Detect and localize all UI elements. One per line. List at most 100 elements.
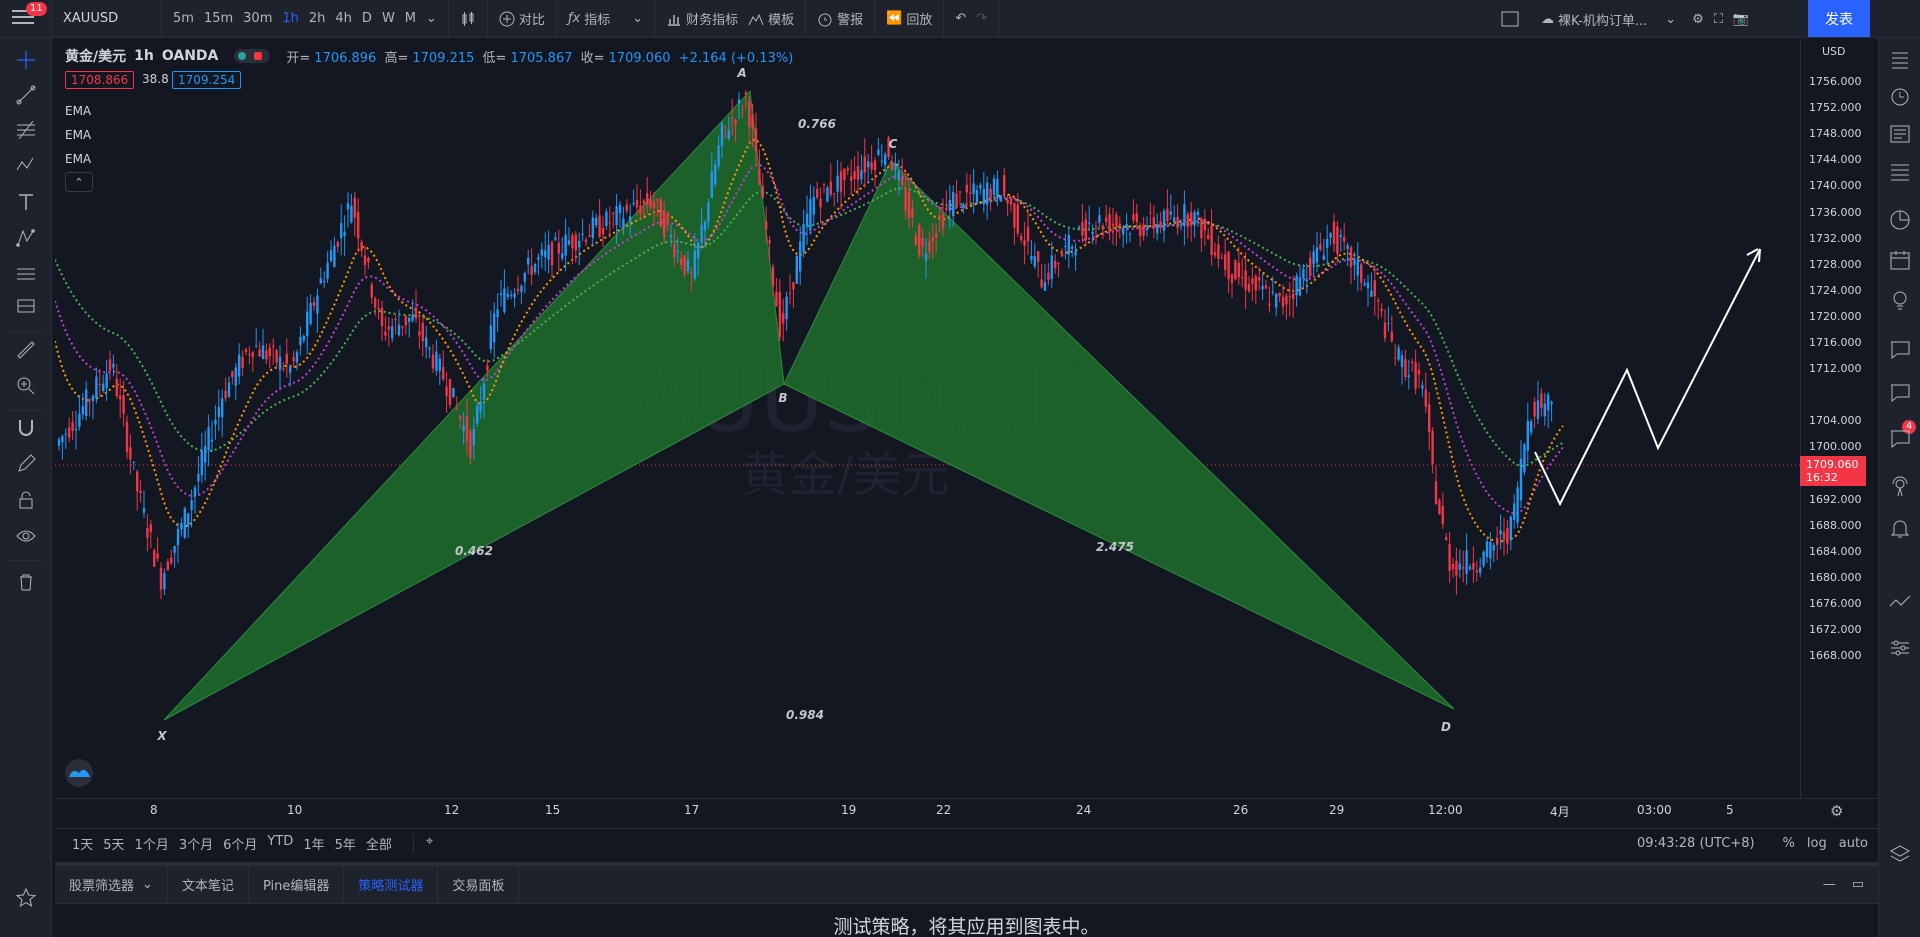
log-toggle[interactable]: log — [1807, 836, 1827, 851]
flag-icon[interactable] — [14, 296, 38, 320]
range-ytd[interactable]: YTD — [262, 834, 298, 853]
pattern-triangle[interactable] — [163, 89, 785, 721]
chat-icon[interactable] — [1888, 338, 1912, 362]
symbol-search[interactable]: XAUUSD — [52, 0, 162, 38]
chart-type-button[interactable] — [449, 0, 488, 38]
bid-price-button[interactable]: 1708.866 — [65, 71, 135, 89]
fib-retracement-icon[interactable] — [14, 118, 38, 142]
broadcast-icon[interactable] — [1888, 474, 1912, 498]
clock-display[interactable]: 09:43:28 (UTC+8) — [1637, 836, 1755, 851]
trash-icon[interactable] — [14, 570, 38, 594]
auto-toggle[interactable]: auto — [1839, 836, 1868, 851]
symbol-label[interactable]: XAUUSD — [58, 11, 123, 26]
range-1d[interactable]: 1天 — [67, 834, 98, 853]
tab-text-notes[interactable]: 文本笔记 — [168, 866, 249, 903]
candles-icon[interactable] — [455, 11, 481, 27]
crosshair-icon[interactable] — [14, 48, 38, 72]
range-1y[interactable]: 1年 — [298, 834, 329, 853]
range-5y[interactable]: 5年 — [330, 834, 361, 853]
alert-button[interactable]: 警报 — [812, 9, 868, 28]
range-5d[interactable]: 5天 — [98, 834, 129, 853]
interval-2h[interactable]: 2h — [304, 11, 331, 26]
text-tool-icon[interactable] — [14, 190, 38, 214]
redo-icon[interactable]: ↷ — [971, 11, 992, 26]
camera-icon[interactable]: 📷 — [1728, 12, 1754, 27]
interval-5m[interactable]: 5m — [168, 11, 199, 26]
chart-pane[interactable]: XAUUSD, 1h 黄金/美元 X A B C D 0.766 0.462 2… — [55, 39, 1800, 795]
collapse-legend-button[interactable]: ⌃ — [65, 172, 93, 192]
ruler-icon[interactable] — [14, 338, 38, 362]
maximize-icon[interactable]: ▭ — [1852, 877, 1864, 892]
projection-path[interactable] — [1534, 248, 1761, 507]
layout-name-button[interactable]: ☁ 裸K-机构订单... ⌄ — [1536, 10, 1681, 29]
percent-toggle[interactable]: % — [1783, 836, 1795, 851]
chevron-down-icon[interactable]: ⌄ — [1665, 12, 1676, 27]
stock-chart-icon[interactable] — [1888, 590, 1912, 614]
draw-mode-icon[interactable] — [14, 452, 38, 476]
range-all[interactable]: 全部 — [361, 834, 397, 853]
ema-indicator-1[interactable]: EMA — [65, 104, 91, 118]
range-1m[interactable]: 1个月 — [130, 834, 174, 853]
eye-icon[interactable] — [14, 524, 38, 548]
interval-d[interactable]: D — [357, 11, 377, 26]
financials-button[interactable]: 财务指标 — [661, 9, 743, 28]
publish-button[interactable]: 发表 — [1808, 0, 1870, 37]
alarm-icon[interactable] — [1888, 84, 1912, 108]
interval-1h[interactable]: 1h — [277, 11, 304, 26]
interval-m[interactable]: M — [400, 11, 421, 26]
indicators-button[interactable]: ƒx 指标 ⌄ — [563, 9, 648, 28]
legend-symbol[interactable]: 黄金/美元 — [65, 46, 126, 66]
range-6m[interactable]: 6个月 — [218, 834, 262, 853]
chat-bubble-icon[interactable] — [1888, 426, 1912, 450]
range-3m[interactable]: 3个月 — [174, 834, 218, 853]
undo-icon[interactable]: ↶ — [950, 11, 971, 26]
goto-date-icon[interactable]: ⌖ — [412, 834, 438, 853]
chevron-down-icon[interactable]: ⌄ — [421, 11, 442, 26]
lightbulb-icon[interactable] — [1888, 288, 1912, 312]
tab-pine-editor[interactable]: Pine编辑器 — [249, 866, 345, 903]
sliders-icon[interactable] — [1888, 636, 1912, 660]
layout-grid-icon[interactable] — [1496, 11, 1524, 27]
tab-stock-screener[interactable]: 股票筛选器 ⌄ — [55, 866, 168, 903]
watchlist-icon[interactable] — [1888, 48, 1912, 72]
candle-body — [340, 223, 343, 239]
tab-trading-panel[interactable]: 交易面板 — [438, 866, 520, 903]
interval-30m[interactable]: 30m — [238, 11, 277, 26]
settings-gear-icon[interactable]: ⚙ — [1687, 12, 1709, 27]
zoom-in-icon[interactable] — [14, 374, 38, 398]
notification-bell-icon[interactable] — [1888, 516, 1912, 540]
layers-icon[interactable] — [1888, 843, 1912, 867]
hotlist-icon[interactable] — [1888, 208, 1912, 232]
price-axis[interactable]: 1756.000 1752.000 1748.000 1744.000 1740.000… — [1800, 39, 1878, 799]
data-window-icon[interactable] — [1888, 160, 1912, 184]
calendar-icon[interactable] — [1888, 248, 1912, 272]
prediction-icon[interactable] — [14, 262, 38, 286]
time-axis[interactable]: 8 10 12 15 17 19 22 24 26 29 12:00 4月 03:00 5 — [55, 798, 1878, 822]
interval-4h[interactable]: 4h — [330, 11, 357, 26]
pattern-icon[interactable] — [14, 153, 38, 177]
minimize-icon[interactable]: — — [1823, 877, 1836, 892]
ema-indicator-2[interactable]: EMA — [65, 128, 91, 142]
candle-body — [1030, 255, 1033, 261]
trend-line-icon[interactable] — [14, 83, 38, 107]
lock-icon[interactable] — [14, 488, 38, 512]
star-icon[interactable] — [14, 886, 38, 910]
ask-price-button[interactable]: 1709.254 — [172, 71, 242, 89]
ema-indicator-3[interactable]: EMA — [65, 152, 91, 166]
interval-w[interactable]: W — [377, 11, 400, 26]
tab-strategy-tester[interactable]: 策略测试器 — [344, 866, 439, 903]
currency-label[interactable]: USD — [1820, 45, 1848, 58]
interval-15m[interactable]: 15m — [199, 11, 238, 26]
chevron-down-icon[interactable]: ⌄ — [632, 11, 643, 26]
xabcd-pattern-icon[interactable] — [14, 226, 38, 250]
fullscreen-icon[interactable]: ⛶ — [1709, 12, 1728, 27]
templates-button[interactable]: 模板 — [743, 9, 799, 28]
price-chart[interactable]: XAUUSD, 1h 黄金/美元 X A B C D 0.766 0.462 2… — [55, 39, 1800, 795]
compare-button[interactable]: 对比 — [494, 9, 550, 28]
messages-icon[interactable] — [1888, 380, 1912, 404]
news-icon[interactable] — [1888, 122, 1912, 146]
market-status-toggle[interactable] — [234, 49, 271, 63]
replay-button[interactable]: ⏪ 回放 — [881, 9, 937, 28]
price-axis-label: 1700.000 — [1809, 440, 1862, 454]
magnet-icon[interactable] — [14, 416, 38, 440]
